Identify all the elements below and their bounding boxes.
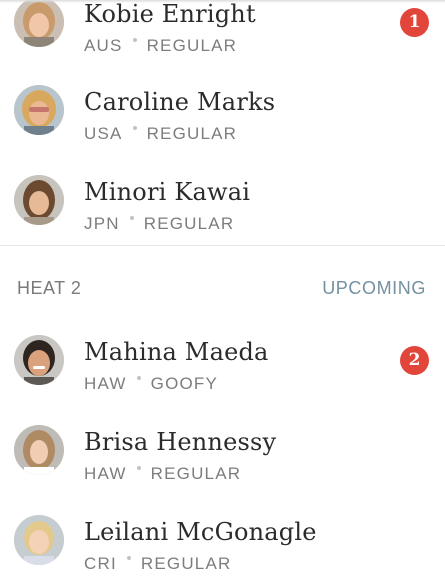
surfer-avatar	[14, 425, 64, 475]
surfer-name: Mahina Maeda	[84, 338, 269, 366]
surfer-country: JPN	[84, 214, 120, 230]
scroll-shadow	[0, 0, 445, 3]
surfer-avatar	[14, 175, 64, 225]
heat-status: UPCOMING	[322, 278, 426, 298]
surfer-row-leilani-mcgonagle[interactable]: Leilani McGonagle CRI REGULAR	[0, 495, 445, 585]
surfer-name: Kobie Enright	[84, 0, 256, 28]
position-badge: 1	[400, 8, 429, 37]
position-badge: 2	[400, 346, 429, 375]
surfer-country: HAW	[84, 464, 127, 480]
surfer-row-caroline-marks[interactable]: Caroline Marks USA REGULAR	[0, 65, 445, 155]
surfer-country: USA	[84, 124, 123, 140]
separator-dot	[126, 556, 131, 560]
separator-dot	[136, 376, 141, 380]
surfer-meta: HAW REGULAR	[84, 463, 241, 480]
heat-header: HEAT 2 UPCOMING	[0, 268, 445, 308]
surfer-avatar	[14, 0, 64, 47]
section-divider	[0, 245, 445, 246]
surfer-meta: HAW GOOFY	[84, 373, 218, 390]
surfer-row-minori-kawai[interactable]: Minori Kawai JPN REGULAR	[0, 155, 445, 245]
surfer-stance: REGULAR	[150, 464, 242, 480]
surfer-avatar	[14, 335, 64, 385]
separator-dot	[132, 126, 137, 130]
surfer-meta: JPN REGULAR	[84, 213, 234, 230]
surfer-avatar	[14, 85, 64, 135]
surfer-row-brisa-hennessy[interactable]: Brisa Hennessy HAW REGULAR	[0, 405, 445, 495]
surfer-country: AUS	[84, 36, 123, 52]
surfer-name: Minori Kawai	[84, 178, 251, 206]
surfer-meta: CRI REGULAR	[84, 553, 231, 570]
heat-title: HEAT 2	[17, 278, 82, 298]
separator-dot	[129, 216, 134, 220]
surfer-stance: REGULAR	[143, 214, 235, 230]
surfer-country: HAW	[84, 374, 127, 390]
separator-dot	[136, 466, 141, 470]
surfer-stance: REGULAR	[146, 36, 238, 52]
surfer-stance: REGULAR	[140, 554, 232, 570]
surfer-stance: REGULAR	[146, 124, 238, 140]
surfer-name: Caroline Marks	[84, 88, 276, 116]
surfer-name: Leilani McGonagle	[84, 518, 317, 546]
separator-dot	[132, 38, 137, 42]
surfer-stance: GOOFY	[150, 374, 219, 390]
surfer-row-mahina-maeda[interactable]: Mahina Maeda HAW GOOFY 2	[0, 315, 445, 405]
surfer-name: Brisa Hennessy	[84, 428, 277, 456]
surfer-avatar	[14, 515, 64, 565]
surfer-meta: AUS REGULAR	[84, 35, 237, 52]
surfer-country: CRI	[84, 554, 117, 570]
surfer-meta: USA REGULAR	[84, 123, 237, 140]
surfer-row-kobie-enright[interactable]: Kobie Enright AUS REGULAR 1	[0, 0, 445, 65]
